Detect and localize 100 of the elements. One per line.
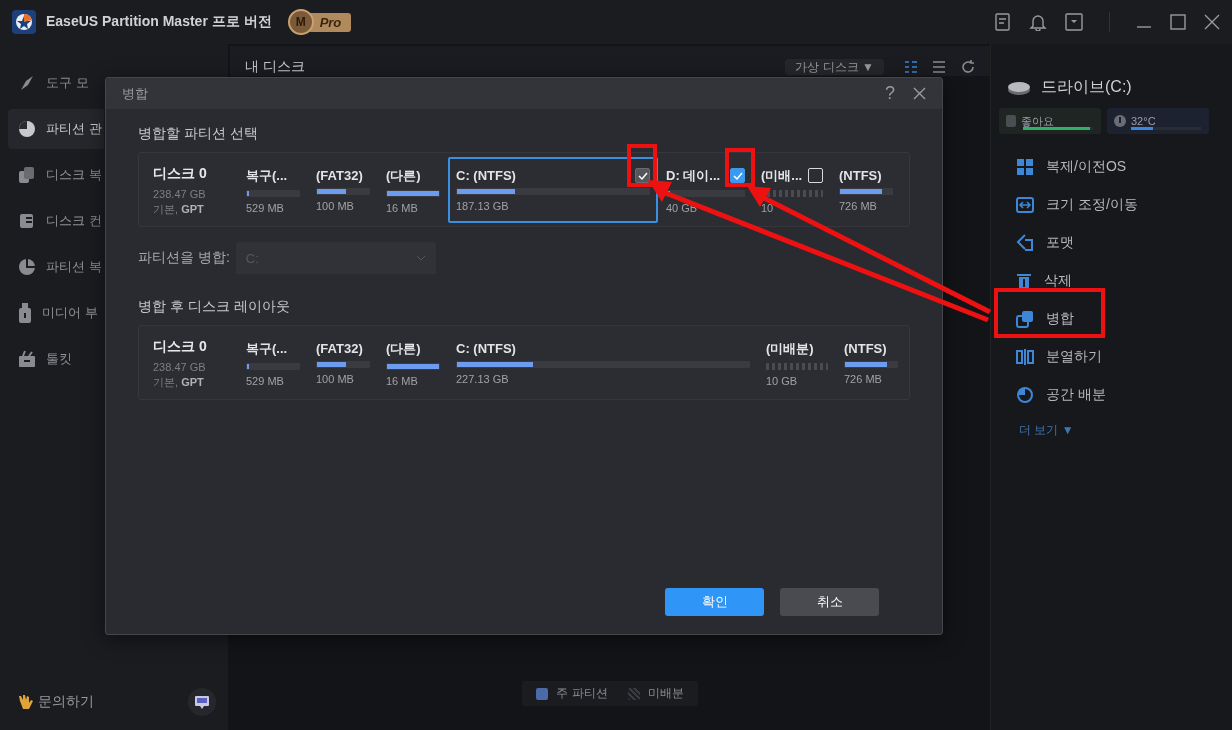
action-item[interactable]: 크기 조정/이동	[1007, 186, 1220, 224]
partition-size: 16 MB	[386, 374, 419, 387]
copy-icon	[18, 166, 36, 184]
health-status: 좋아요	[999, 108, 1101, 134]
help-button[interactable]: ?	[885, 83, 895, 104]
more-link[interactable]: 더 보기 ▼	[1007, 414, 1220, 439]
partition-name: (다른)	[386, 166, 421, 185]
action-item[interactable]: 삭제	[1007, 262, 1220, 300]
drive-name: 드라이브(C:)	[1041, 77, 1132, 97]
sidebar-item[interactable]: 파티션 복	[8, 247, 104, 287]
bell-icon[interactable]	[1029, 13, 1047, 31]
view-dropdown[interactable]: 가상 디스크 ▼	[785, 59, 884, 75]
disk-size: 238.47 GB	[153, 359, 207, 375]
maximize-icon[interactable]	[1170, 14, 1186, 30]
usb-drive-icon	[18, 303, 32, 323]
highlight-frame	[627, 144, 657, 187]
waving-hand-icon	[16, 693, 34, 711]
partition-name: (FAT32)	[316, 168, 363, 183]
toolbox-icon	[18, 350, 36, 368]
action-item[interactable]: 공간 배분	[1007, 376, 1220, 414]
partition-size: 726 MB	[839, 200, 878, 212]
partition-name: C: (NTFS)	[456, 341, 516, 356]
disk-type: 기본, GPT	[153, 374, 205, 390]
legend-swatch-icon	[536, 687, 549, 700]
edition-badge-icon: M	[287, 9, 314, 35]
notes-icon[interactable]	[995, 13, 1011, 31]
disk-name: 디스크 0	[153, 337, 208, 356]
refresh-icon[interactable]	[960, 59, 976, 75]
legend-label: 주 파티션	[556, 685, 608, 702]
partition-size: 529 MB	[246, 374, 285, 387]
split-icon	[1016, 349, 1034, 365]
partition-size: 10 GB	[766, 374, 799, 387]
checkbox[interactable]	[730, 168, 745, 183]
disk-name: 디스크 0	[153, 164, 208, 183]
support-link[interactable]: 문의하기	[38, 693, 94, 711]
partition-item[interactable]: (NTFS) 726 MB	[831, 156, 901, 223]
partition-name: (FAT32)	[316, 341, 363, 356]
sidebar-item[interactable]: 디스크 복	[8, 155, 104, 195]
partition-name: (NTFS)	[839, 168, 882, 183]
partition-item[interactable]: 복구(... 529 MB	[238, 156, 308, 223]
app-title: EaseUS Partition Master 프로 버전	[46, 13, 272, 31]
partition-size: 227.13 GB	[456, 373, 510, 385]
trash-icon	[1016, 272, 1032, 290]
partition-item[interactable]: C: (NTFS) 187.13 GB	[448, 156, 658, 223]
partition-name: (미배...	[761, 166, 803, 185]
partition-name: (다른)	[386, 339, 421, 358]
legend-label: 미배분	[647, 685, 684, 702]
chevron-down-icon	[415, 255, 426, 261]
partition-item[interactable]: (다른) 16 MB	[378, 156, 448, 223]
disk-type: 기본, GPT	[153, 201, 205, 217]
format-icon	[1016, 234, 1034, 252]
section-title: 병합할 파티션 선택	[138, 125, 259, 143]
partition-name: (NTFS)	[844, 341, 887, 356]
pie-chart-icon	[1016, 386, 1034, 404]
pie-chart-icon	[18, 120, 36, 138]
action-item[interactable]: 복제/이전OS	[1007, 148, 1220, 186]
section-title: 병합 후 디스크 레이아웃	[138, 298, 291, 316]
partition-size: 187.13 GB	[456, 200, 510, 212]
chat-button[interactable]	[188, 688, 216, 716]
partition-name: 복구(...	[246, 166, 288, 185]
temperature-status: 32°C	[1107, 108, 1209, 134]
monitor-icon	[194, 694, 210, 710]
partition-size: 16 MB	[386, 201, 419, 214]
partition-item[interactable]: (FAT32) 100 MB	[308, 156, 378, 223]
dialog-title: 병합	[122, 84, 148, 103]
list-view-icon[interactable]	[932, 60, 946, 74]
disk-size: 238.47 GB	[153, 186, 207, 202]
sidebar-item[interactable]: 디스크 컨	[8, 201, 104, 241]
close-icon[interactable]	[913, 87, 926, 100]
action-item[interactable]: 병합	[1007, 300, 1220, 338]
compass-icon	[18, 74, 36, 92]
merge-icon	[1016, 310, 1034, 328]
partition-size: 726 MB	[844, 373, 883, 385]
partition-name: 복구(...	[246, 339, 288, 358]
sidebar-item[interactable]: 도구 모	[8, 63, 104, 103]
partition-size: 100 MB	[316, 373, 355, 385]
field-label: 파티션을 병합:	[138, 249, 230, 267]
partition-size: 10	[761, 201, 775, 214]
sidebar-item[interactable]: 툴킷	[8, 339, 104, 379]
thermometer-icon	[1113, 114, 1127, 128]
partition-size: 100 MB	[316, 200, 355, 212]
partition-name: (미배분)	[766, 339, 814, 358]
partition-size: 529 MB	[246, 201, 285, 214]
highlight-frame	[725, 148, 755, 187]
sidebar-item[interactable]: 파티션 관	[8, 109, 104, 149]
section-title: 내 디스크	[245, 58, 305, 76]
disk-convert-icon	[18, 212, 36, 230]
cancel-button[interactable]: 취소	[780, 588, 879, 616]
grid-view-icon[interactable]	[904, 60, 918, 74]
unallocated-bar	[766, 362, 828, 370]
resize-icon	[1016, 197, 1034, 213]
windows-icon	[1016, 158, 1034, 176]
partition-name: D: 데이...	[666, 166, 721, 185]
action-item[interactable]: 포맷	[1007, 224, 1220, 262]
dropdown-menu-icon[interactable]	[1065, 13, 1083, 31]
partition-name: C: (NTFS)	[456, 168, 516, 183]
sidebar-item[interactable]: 미디어 부	[8, 293, 104, 333]
legend-swatch-icon	[627, 687, 640, 700]
action-item[interactable]: 분열하기	[1007, 338, 1220, 376]
close-icon[interactable]	[1204, 14, 1220, 30]
